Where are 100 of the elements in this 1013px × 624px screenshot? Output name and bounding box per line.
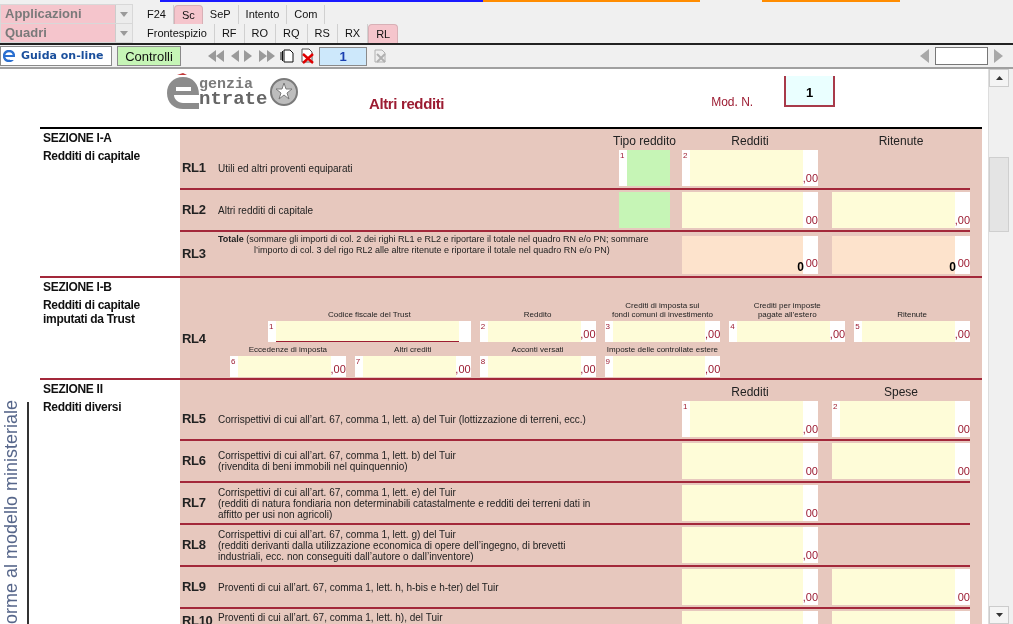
- next-page-icon[interactable]: [244, 50, 254, 62]
- row-code: RL9: [181, 578, 207, 597]
- amount-field[interactable]: ,00: [832, 192, 970, 228]
- tab[interactable]: RS: [307, 24, 338, 43]
- field-label: Ritenute: [897, 310, 927, 319]
- help-button[interactable]: Guida on-line: [0, 46, 112, 66]
- field-number: 5: [855, 322, 860, 331]
- amount-field[interactable]: 4 ,00: [729, 321, 846, 342]
- tab[interactable]: RF: [214, 24, 245, 43]
- section-title: SEZIONE II: [43, 381, 104, 397]
- checks-button[interactable]: Controlli: [117, 46, 181, 66]
- row-description: Proventi di cui all’art. 67, comma 1, lett. h, h-bis e h-ter) del Tuir: [218, 581, 500, 593]
- code-field[interactable]: [619, 192, 670, 228]
- amount-field[interactable]: 2 ,00: [479, 321, 596, 342]
- amount-field[interactable]: 8 ,00: [479, 356, 596, 377]
- amount-suffix: ,00: [705, 329, 721, 340]
- delete-page-icon[interactable]: [299, 48, 315, 64]
- amount-suffix: 00: [805, 466, 818, 477]
- amount-suffix: ,00: [802, 424, 818, 435]
- amount-field[interactable]: 3 ,00: [604, 321, 721, 342]
- amount-suffix: ,00: [580, 329, 596, 340]
- caret-icon: [120, 11, 128, 17]
- page-number-field[interactable]: 1: [319, 46, 367, 66]
- amount-field[interactable]: 00: [682, 485, 818, 521]
- row-code: RL1: [181, 159, 207, 178]
- field-label: Altri crediti: [394, 345, 432, 354]
- column-header: Tipo reddito: [613, 134, 676, 148]
- amount-suffix: ,00: [802, 550, 818, 561]
- column-header: Redditi: [731, 134, 769, 148]
- amount-field[interactable]: 00: [682, 192, 818, 228]
- model-number-field[interactable]: 1: [784, 76, 836, 107]
- row-code: RL7: [181, 494, 207, 513]
- total-field[interactable]: 000: [832, 236, 970, 274]
- amount-field[interactable]: 6 ,00: [230, 356, 346, 377]
- field-number: 8: [480, 357, 486, 366]
- section-subtitle: Redditi diversi: [43, 400, 123, 414]
- tab[interactable]: SeP: [202, 5, 239, 24]
- amount-field[interactable]: [682, 611, 818, 624]
- amount-field[interactable]: ,00: [682, 527, 818, 563]
- field-number: 1: [269, 322, 274, 331]
- logo-text: genzia: [199, 77, 253, 92]
- row-code: RL4: [181, 329, 207, 348]
- row-code: RL6: [181, 452, 207, 471]
- page-input-field[interactable]: [935, 47, 988, 65]
- amount-suffix: ,00: [829, 329, 846, 340]
- amount-field[interactable]: 5 ,00: [854, 321, 970, 342]
- row-code: RL5: [181, 410, 207, 429]
- new-page-icon[interactable]: [280, 49, 294, 63]
- scroll-thumb[interactable]: [989, 157, 1009, 232]
- row-description: Utili ed altri proventi equiparati: [218, 162, 354, 174]
- section-title: SEZIONE I-A: [43, 130, 113, 146]
- amount-field[interactable]: 1 ,00: [682, 401, 818, 437]
- field-number: 2: [833, 402, 838, 411]
- tax-code-field[interactable]: 1: [268, 321, 471, 342]
- caret-icon: [120, 30, 128, 36]
- scroll-up-icon[interactable]: [995, 76, 1003, 80]
- row-description: Altri redditi di capitale: [218, 204, 315, 216]
- amount-suffix: 00: [957, 424, 970, 435]
- field-label: Reddito: [523, 310, 552, 319]
- scroll-left-icon[interactable]: [920, 49, 929, 63]
- first-page-icon[interactable]: [208, 50, 224, 62]
- tab[interactable]: F24: [140, 5, 174, 24]
- tab[interactable]: RO: [244, 24, 277, 43]
- amount-field[interactable]: 7 ,00: [354, 356, 471, 377]
- amount-field[interactable]: 00: [682, 443, 818, 479]
- amount-field[interactable]: 00: [832, 569, 970, 605]
- amount-field[interactable]: 9 ,00: [604, 356, 721, 377]
- form-title: Altri redditi: [369, 94, 445, 114]
- code-field[interactable]: 1: [619, 150, 670, 186]
- field-label: Crediti per imposte pagate all’estero: [753, 301, 821, 319]
- logo-e-icon: [165, 73, 201, 111]
- tab[interactable]: Sc: [173, 5, 203, 24]
- field-label: Acconti versati: [511, 345, 564, 354]
- amount-field[interactable]: 00: [832, 443, 970, 479]
- section-subtitle: Redditi di capitale imputati da Trust: [43, 298, 141, 326]
- amount-field[interactable]: 2 ,00: [682, 150, 818, 186]
- row-description: Proventi di cui all’art. 67, comma 1, lett. h), del Tuir: [218, 611, 444, 623]
- scroll-down-icon[interactable]: [995, 613, 1003, 617]
- field-label: Eccedenze di imposta: [248, 345, 328, 354]
- field-number: 1: [683, 402, 688, 411]
- field-number: 2: [480, 322, 486, 331]
- scrollbar[interactable]: [988, 69, 1013, 624]
- previous-page-icon[interactable]: [229, 50, 239, 62]
- total-field[interactable]: 000: [682, 236, 818, 274]
- amount-suffix: 00: [805, 215, 818, 226]
- amount-field[interactable]: ,00: [682, 569, 818, 605]
- tab[interactable]: RL: [368, 24, 399, 43]
- amount-suffix: ,00: [802, 173, 818, 184]
- amount-field[interactable]: 2 00: [832, 401, 970, 437]
- emblem-icon: [269, 76, 300, 108]
- field-number: 7: [355, 357, 361, 366]
- tab[interactable]: Com: [287, 5, 326, 24]
- scroll-right-icon[interactable]: [994, 49, 1003, 63]
- last-page-icon[interactable]: [259, 50, 275, 62]
- tab[interactable]: Intento: [238, 5, 288, 24]
- tab[interactable]: RQ: [276, 24, 308, 43]
- amount-field[interactable]: [832, 611, 970, 624]
- field-number: 1: [620, 151, 625, 160]
- amount-suffix: ,00: [802, 592, 818, 603]
- tab[interactable]: Frontespizio: [140, 24, 215, 43]
